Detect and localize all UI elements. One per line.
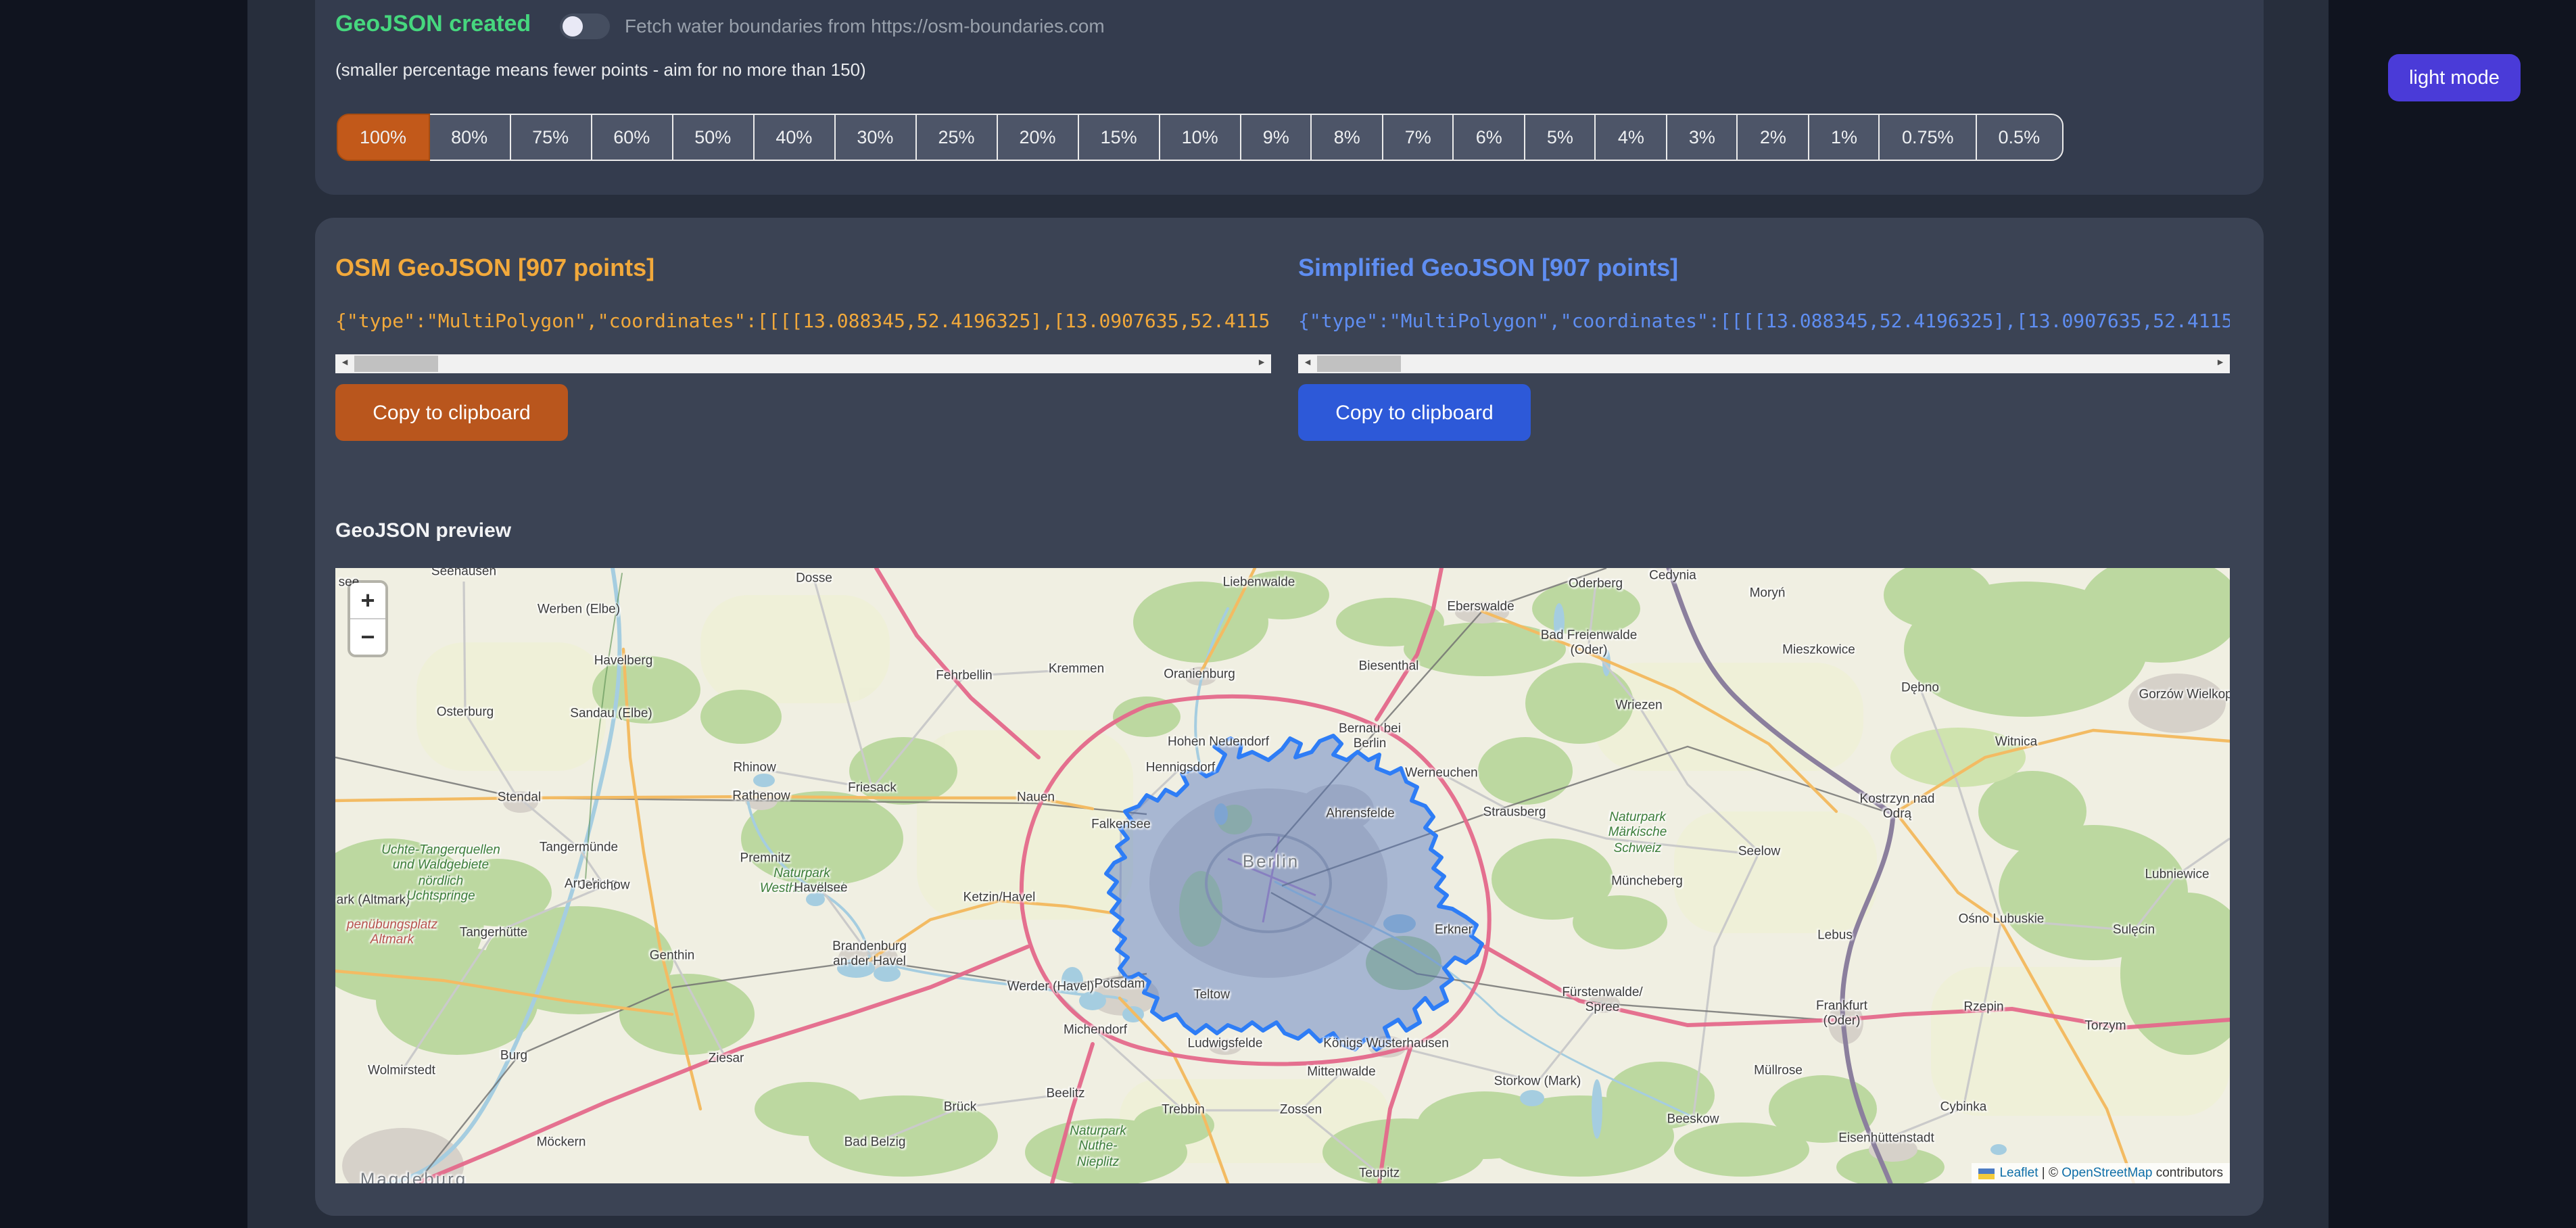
status-text: GeoJSON created	[335, 11, 531, 38]
attribution-contributors: contributors	[2152, 1166, 2223, 1181]
percent-option-15%[interactable]: 15%	[1078, 114, 1160, 161]
scroll-right-icon[interactable]: ►	[2211, 354, 2230, 373]
map-attribution: Leaflet | © OpenStreetMap contributors	[1971, 1163, 2230, 1183]
percentage-hint: (smaller percentage means fewer points -…	[335, 60, 866, 80]
preview-title: GeoJSON preview	[335, 519, 511, 542]
page: GeoJSON created Fetch water boundaries f…	[0, 0, 2576, 1228]
percent-option-10%[interactable]: 10%	[1159, 114, 1241, 161]
percent-row: 100%80%75%60%50%40%30%25%20%15%10%9%8%7%…	[337, 114, 2063, 161]
percent-option-100%[interactable]: 100%	[337, 114, 429, 161]
map-tiles	[335, 568, 2230, 1183]
simplified-geojson-text[interactable]: {"type":"MultiPolygon","coordinates":[[[…	[1298, 310, 2230, 334]
leaflet-link[interactable]: Leaflet	[1999, 1166, 2038, 1181]
ukraine-flag-icon	[1978, 1168, 1994, 1179]
zoom-in-button[interactable]: +	[350, 583, 385, 619]
percent-option-2%[interactable]: 2%	[1737, 114, 1809, 161]
percent-option-3%[interactable]: 3%	[1666, 114, 1738, 161]
percent-option-4%[interactable]: 4%	[1595, 114, 1667, 161]
percent-option-6%[interactable]: 6%	[1453, 114, 1525, 161]
percent-option-75%[interactable]: 75%	[509, 114, 592, 161]
fetch-water-label: Fetch water boundaries from https://osm-…	[625, 15, 1105, 37]
scrollbar-track[interactable]	[354, 354, 1252, 373]
percent-option-20%[interactable]: 20%	[997, 114, 1079, 161]
simplified-geojson-title: Simplified GeoJSON [907 points]	[1298, 254, 1678, 283]
percent-option-9%[interactable]: 9%	[1240, 114, 1312, 161]
osm-geojson-title: OSM GeoJSON [907 points]	[335, 254, 654, 283]
percent-option-60%[interactable]: 60%	[590, 114, 673, 161]
osm-json-scrollbar[interactable]: ◄ ►	[335, 354, 1271, 373]
attribution-separator: | ©	[2038, 1166, 2062, 1181]
scrollbar-thumb[interactable]	[1317, 356, 1401, 372]
openstreetmap-link[interactable]: OpenStreetMap	[2061, 1166, 2152, 1181]
scroll-left-icon[interactable]: ◄	[1298, 354, 1317, 373]
percent-option-40%[interactable]: 40%	[753, 114, 835, 161]
copy-simplified-button[interactable]: Copy to clipboard	[1298, 384, 1531, 441]
geojson-preview-map[interactable]: seeSeehausenWerben (Elbe)HavelbergDosseO…	[335, 568, 2230, 1183]
water-boundaries-toggle[interactable]	[560, 14, 610, 39]
percent-option-50%[interactable]: 50%	[671, 114, 754, 161]
zoom-out-button[interactable]: −	[350, 619, 385, 655]
percent-option-25%[interactable]: 25%	[915, 114, 997, 161]
light-mode-button[interactable]: light mode	[2388, 54, 2521, 101]
percent-option-80%[interactable]: 80%	[428, 114, 510, 161]
scroll-left-icon[interactable]: ◄	[335, 354, 354, 373]
percent-option-8%[interactable]: 8%	[1311, 114, 1383, 161]
copy-osm-button[interactable]: Copy to clipboard	[335, 384, 568, 441]
osm-geojson-text[interactable]: {"type":"MultiPolygon","coordinates":[[[…	[335, 310, 1271, 334]
percent-option-7%[interactable]: 7%	[1382, 114, 1454, 161]
percent-option-0.5%[interactable]: 0.5%	[1976, 114, 2064, 161]
percent-option-1%[interactable]: 1%	[1808, 114, 1880, 161]
percent-option-30%[interactable]: 30%	[834, 114, 916, 161]
toggle-knob	[563, 16, 583, 37]
simplified-json-scrollbar[interactable]: ◄ ►	[1298, 354, 2230, 373]
percent-option-5%[interactable]: 5%	[1524, 114, 1596, 161]
map-zoom-control: + −	[350, 583, 385, 655]
scrollbar-track[interactable]	[1317, 354, 2211, 373]
scrollbar-thumb[interactable]	[354, 356, 438, 372]
percent-option-0.75%[interactable]: 0.75%	[1879, 114, 1977, 161]
scroll-right-icon[interactable]: ►	[1252, 354, 1271, 373]
